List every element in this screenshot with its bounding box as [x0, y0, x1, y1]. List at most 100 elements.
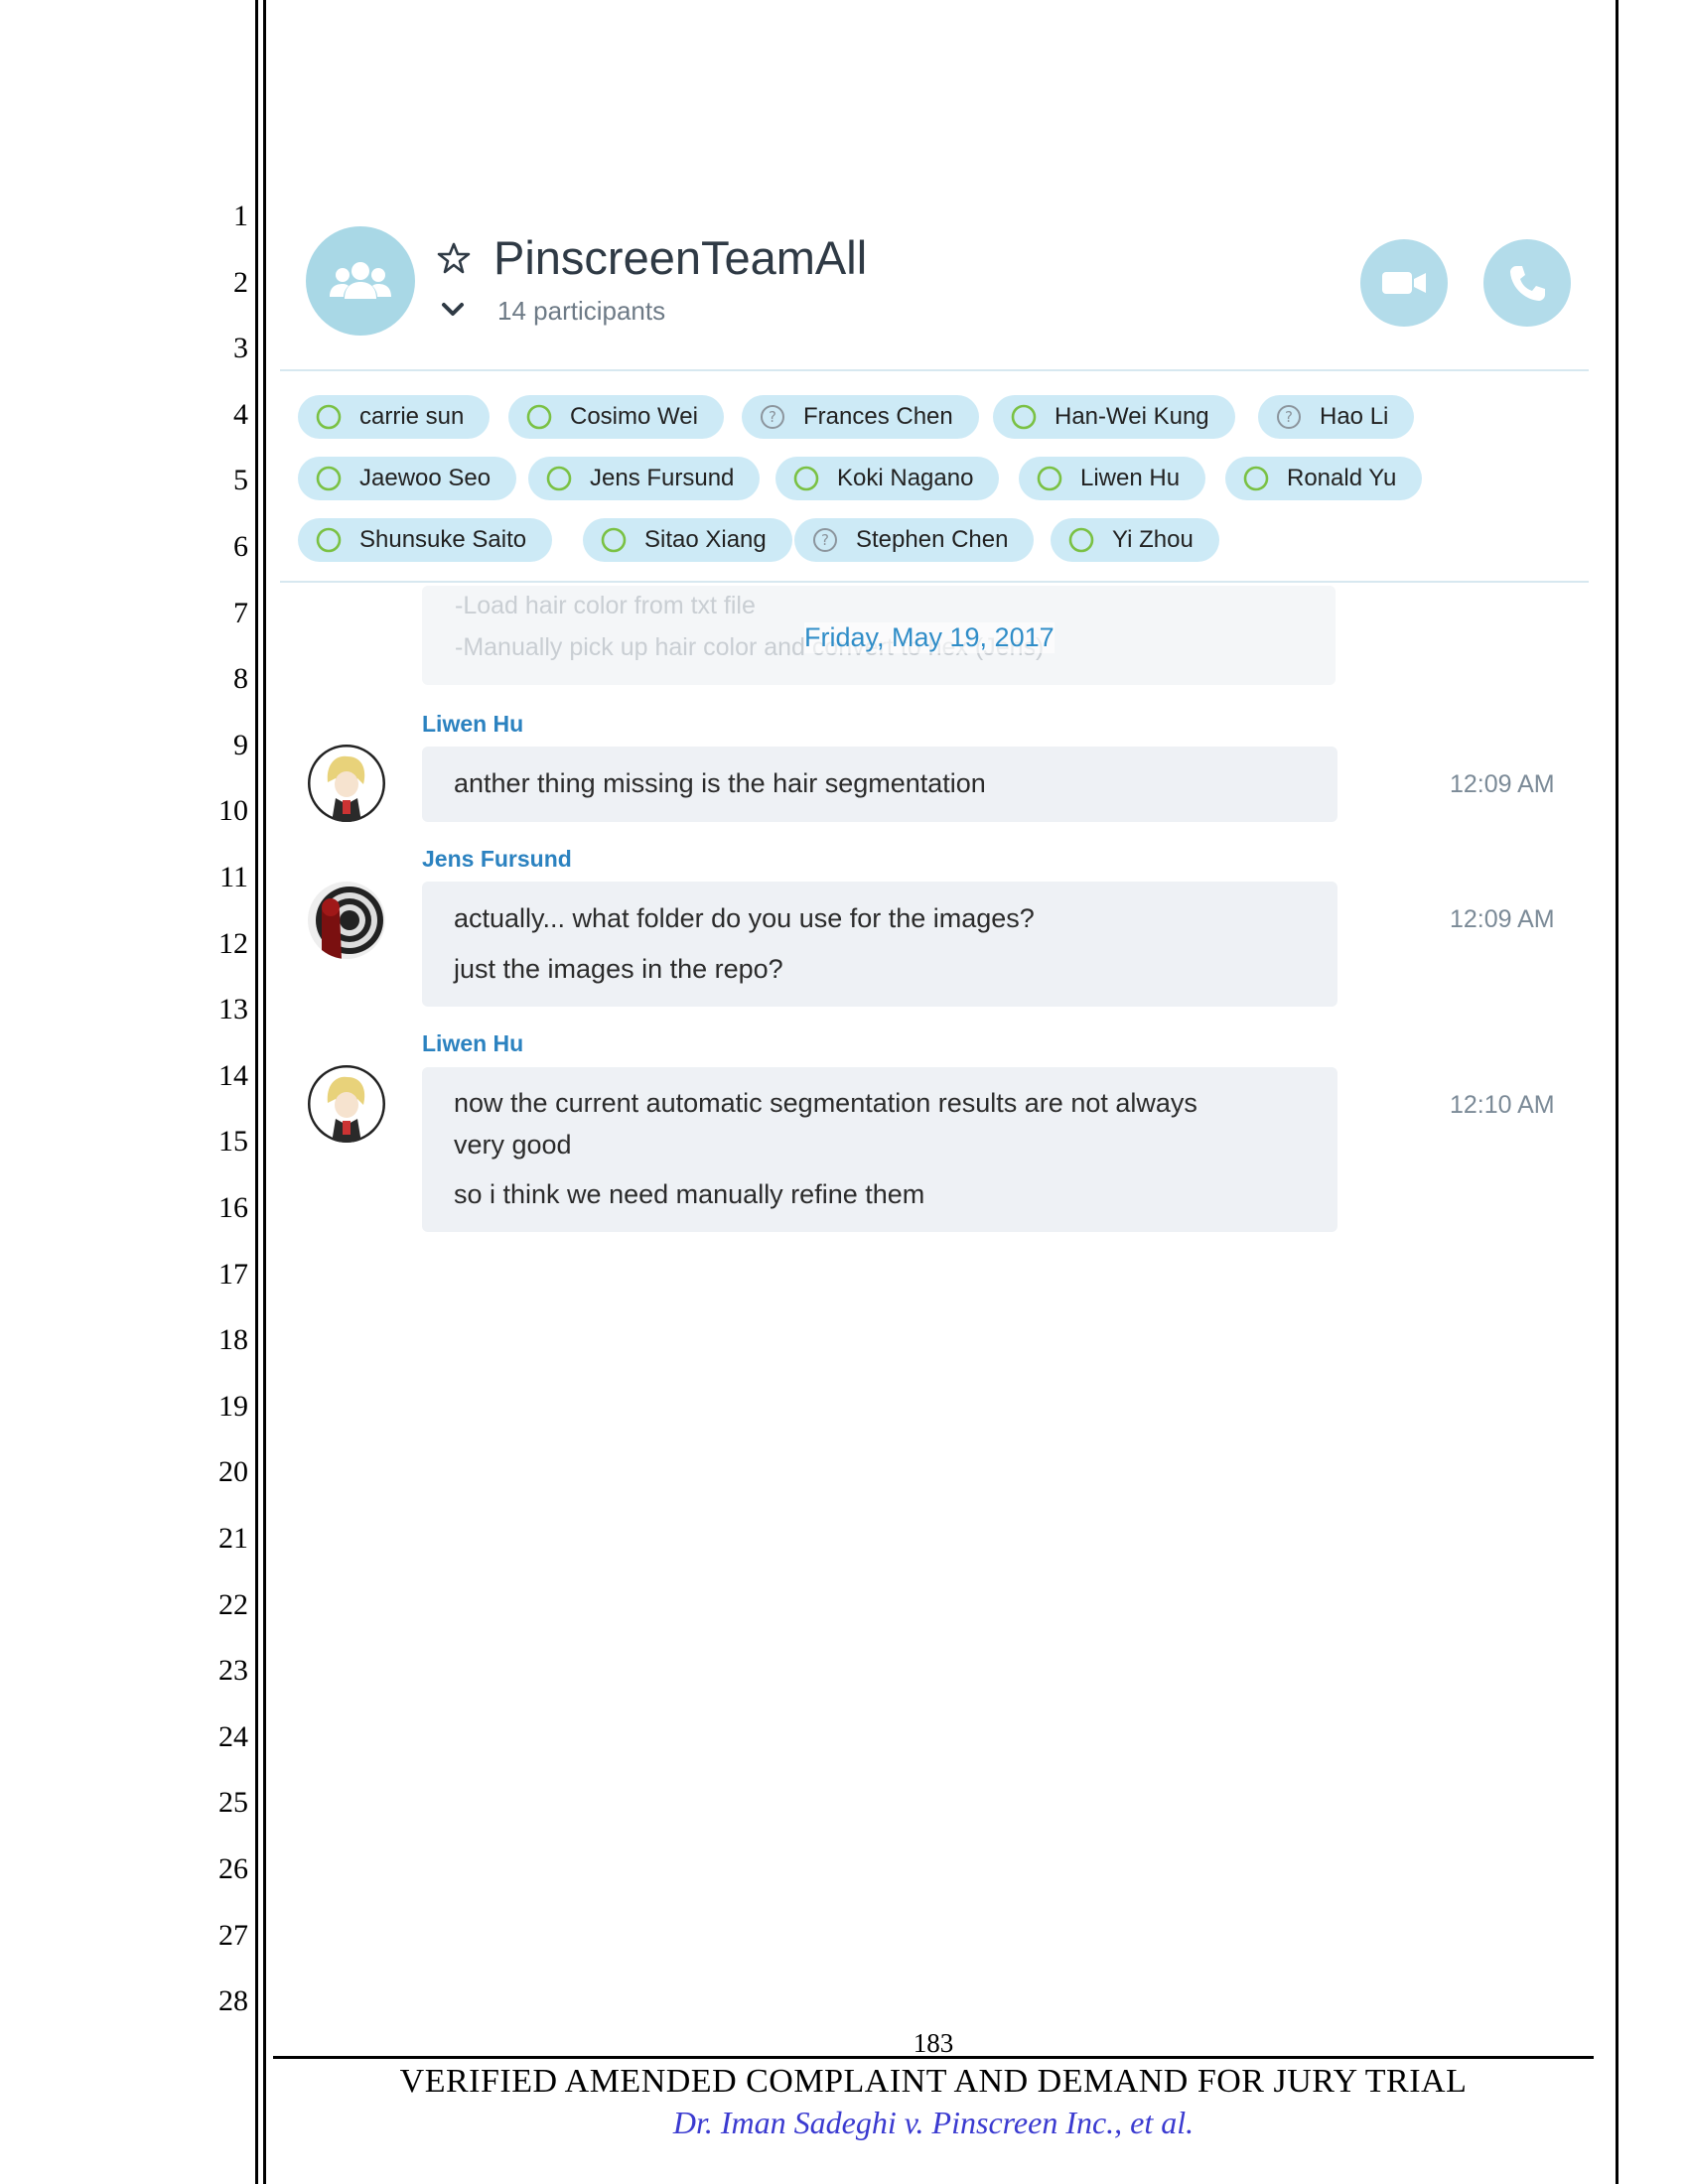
case-caption: Dr. Iman Sadeghi v. Pinscreen Inc., et a…	[672, 2105, 1195, 2140]
participant-chip[interactable]: Sitao Xiang	[583, 518, 792, 562]
page-number: 183	[913, 2028, 954, 2058]
participants-divider	[280, 581, 1589, 583]
line-number: 7	[233, 596, 248, 629]
svg-text:?: ?	[769, 408, 776, 426]
message-timestamp: 12:10 AM	[1450, 1091, 1555, 1119]
status-available-icon	[1011, 404, 1037, 430]
participant-chip[interactable]: Jens Fursund	[528, 457, 761, 500]
line-number: 19	[218, 1389, 248, 1423]
message-text: just the images in the repo?	[454, 954, 783, 984]
participant-name: Cosimo Wei	[570, 403, 698, 430]
video-call-button[interactable]	[1360, 239, 1448, 327]
status-available-icon	[316, 527, 342, 553]
status-available-icon	[1068, 527, 1094, 553]
line-number: 25	[218, 1786, 248, 1820]
status-available-icon	[601, 527, 627, 553]
line-number: 13	[218, 993, 248, 1026]
message-sender[interactable]: Jens Fursund	[422, 846, 572, 873]
avatar[interactable]	[308, 882, 385, 959]
line-number: 12	[218, 926, 248, 960]
participant-name: Frances Chen	[803, 403, 953, 430]
message-bubble	[422, 882, 1337, 1007]
message-sender[interactable]: Liwen Hu	[422, 711, 523, 738]
status-available-icon	[526, 404, 552, 430]
participant-name: Yi Zhou	[1112, 526, 1194, 553]
phone-icon	[1510, 266, 1545, 301]
participant-chip[interactable]: ? Hao Li	[1258, 395, 1415, 439]
participant-chip[interactable]: Cosimo Wei	[508, 395, 724, 439]
message-sender[interactable]: Liwen Hu	[422, 1030, 523, 1057]
status-available-icon	[546, 466, 572, 491]
line-number: 4	[233, 397, 248, 431]
conversation-title: PinscreenTeamAll	[493, 231, 868, 284]
message-text: now the current automatic segmentation r…	[454, 1088, 1197, 1118]
message-timestamp: 12:09 AM	[1450, 770, 1555, 798]
status-available-icon	[316, 404, 342, 430]
participant-chip[interactable]: Liwen Hu	[1019, 457, 1206, 500]
participant-chip[interactable]: Jaewoo Seo	[298, 457, 517, 500]
line-number: 27	[218, 1918, 248, 1952]
participant-chip[interactable]: carrie sun	[298, 395, 491, 439]
left-margin-rule-outer	[255, 0, 258, 2184]
participant-name: Hao Li	[1320, 403, 1389, 430]
participant-chip[interactable]: ? Frances Chen	[742, 395, 979, 439]
line-number: 8	[233, 662, 248, 696]
participant-count[interactable]: 14 participants	[497, 296, 665, 327]
participant-name: Shunsuke Saito	[359, 526, 527, 553]
line-number: 10	[218, 794, 248, 828]
line-number: 18	[218, 1323, 248, 1357]
line-number: 9	[233, 728, 248, 761]
participant-name: Koki Nagano	[837, 465, 974, 491]
people-icon	[330, 262, 391, 299]
user-avatar-image	[308, 745, 385, 822]
star-icon[interactable]	[437, 241, 471, 275]
line-number: 15	[218, 1125, 248, 1159]
participant-name: Stephen Chen	[856, 526, 1009, 553]
svg-text:?: ?	[1285, 408, 1293, 426]
status-available-icon	[316, 466, 342, 491]
participant-chip[interactable]: ? Stephen Chen	[794, 518, 1035, 562]
line-number: 11	[219, 861, 248, 893]
line-number: 1	[233, 200, 248, 232]
status-available-icon	[1037, 466, 1062, 491]
message-text: so i think we need manually refine them	[454, 1179, 925, 1209]
participant-chip[interactable]: Koki Nagano	[775, 457, 1000, 500]
line-number: 14	[218, 1058, 248, 1092]
audio-call-button[interactable]	[1483, 239, 1571, 327]
status-available-icon	[1243, 466, 1269, 491]
participant-chip[interactable]: Yi Zhou	[1051, 518, 1219, 562]
avatar[interactable]	[308, 745, 385, 822]
line-number: 2	[233, 265, 248, 299]
participant-chip[interactable]: Han-Wei Kung	[993, 395, 1235, 439]
line-number: 26	[218, 1852, 248, 1885]
participant-chip[interactable]: Ronald Yu	[1225, 457, 1423, 500]
line-number: 3	[233, 332, 248, 365]
date-divider: Friday, May 19, 2017	[804, 622, 1055, 653]
left-margin-rule-inner	[263, 0, 266, 2184]
svg-text:?: ?	[821, 531, 829, 549]
status-unknown-icon: ?	[1277, 405, 1301, 429]
line-number: 16	[218, 1191, 248, 1224]
line-number: 21	[218, 1522, 248, 1555]
group-avatar	[306, 226, 415, 336]
line-number: 6	[233, 530, 248, 563]
video-camera-icon	[1382, 272, 1426, 294]
document-title: VERIFIED AMENDED COMPLAINT AND DEMAND FO…	[399, 2063, 1468, 2100]
header-divider	[280, 369, 1589, 371]
participant-name: Han-Wei Kung	[1055, 403, 1209, 430]
participant-chip[interactable]: Shunsuke Saito	[298, 518, 553, 562]
message-text: actually... what folder do you use for t…	[454, 903, 1035, 933]
participant-name: Jaewoo Seo	[359, 465, 492, 491]
message-timestamp: 12:09 AM	[1450, 905, 1555, 933]
user-avatar-image	[308, 882, 385, 959]
status-unknown-icon: ?	[813, 528, 837, 552]
message-text: anther thing missing is the hair segment…	[454, 768, 986, 798]
status-available-icon	[793, 466, 819, 491]
right-margin-rule	[1616, 0, 1618, 2184]
status-unknown-icon: ?	[761, 405, 784, 429]
chevron-down-icon[interactable]	[440, 299, 466, 321]
participant-name: Ronald Yu	[1287, 465, 1397, 491]
avatar[interactable]	[308, 1065, 385, 1143]
previous-message-line: -Load hair color from txt file	[455, 592, 756, 619]
line-number: 28	[218, 1984, 248, 2018]
